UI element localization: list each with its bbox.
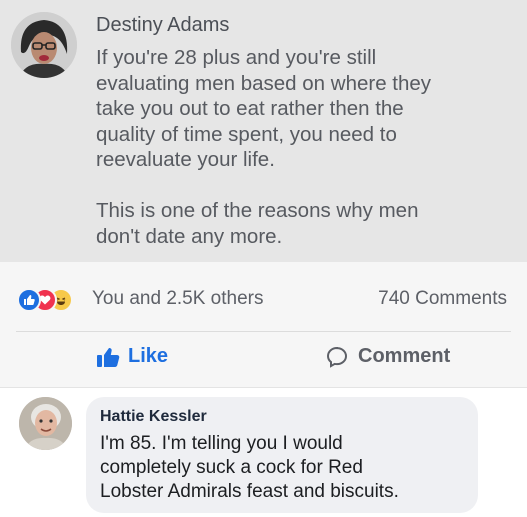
commenter-avatar[interactable] [19,397,72,450]
comment-bubble-icon [326,346,348,368]
profile-photo-icon [19,397,72,450]
comments-count-link[interactable]: 740 Comments [378,288,507,310]
comment-text: I'm 85. I'm telling you I would complete… [100,433,399,502]
commenter-name[interactable]: Hattie Kessler [100,408,207,426]
post-body-text: If you're 28 plus and you're still evalu… [96,46,432,248]
comment-button[interactable]: Comment [326,345,450,368]
like-button-label: Like [128,345,169,367]
post-author-avatar[interactable] [11,12,77,78]
like-button[interactable]: Like [96,345,168,368]
reaction-icons-group[interactable] [17,288,97,312]
reactions-summary[interactable]: You and 2.5K others [92,288,264,310]
thumbs-up-icon [97,347,120,367]
like-reaction-icon [17,288,41,312]
original-post-card: Destiny Adams If you're 28 plus and you'… [0,0,527,262]
profile-photo-icon [11,12,77,78]
post-author-name[interactable]: Destiny Adams [96,14,229,37]
comment-button-label: Comment [358,345,451,367]
